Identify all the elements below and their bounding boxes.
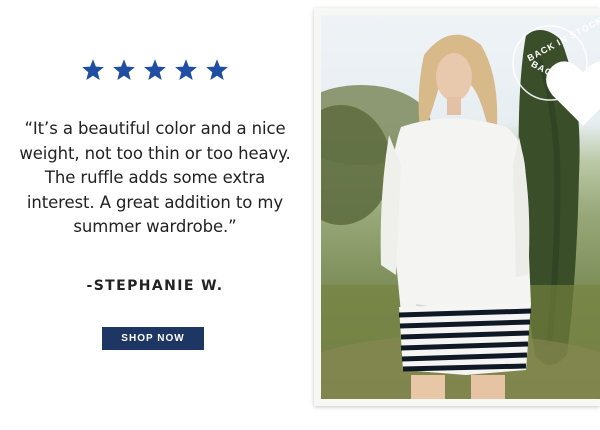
star-icon xyxy=(143,58,167,82)
review-author: -STEPHANIE W. xyxy=(86,278,224,294)
shop-now-button[interactable]: SHOP NOW xyxy=(102,327,204,350)
back-in-stock-badge: BACK IN STOCK BACK IN STOCK xyxy=(509,15,600,126)
review-section: “It’s a beautiful color and a nice weigh… xyxy=(0,0,310,430)
star-icon xyxy=(205,58,229,82)
rating-stars xyxy=(0,58,310,82)
review-quote: “It’s a beautiful color and a nice weigh… xyxy=(19,119,291,236)
heart-icon xyxy=(546,61,600,126)
star-icon xyxy=(81,58,105,82)
star-icon xyxy=(174,58,198,82)
star-icon xyxy=(112,58,136,82)
